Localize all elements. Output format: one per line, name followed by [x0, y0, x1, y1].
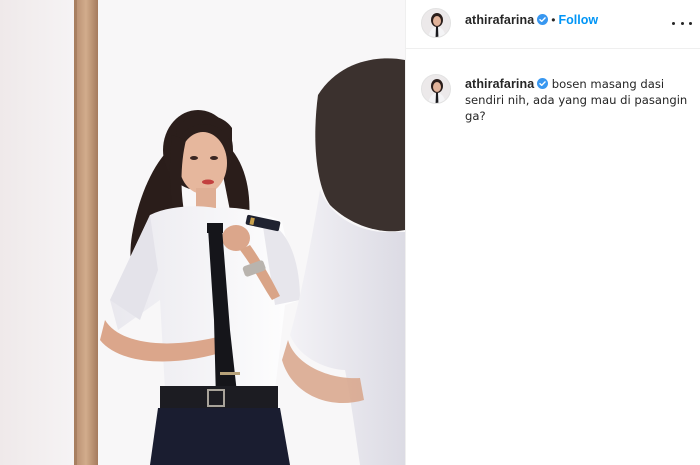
verified-badge-icon [537, 14, 549, 25]
caption: athirafarina bosen masang dasi sendiri n… [465, 76, 693, 124]
caption-avatar[interactable] [421, 74, 451, 104]
header-separator: • [551, 13, 556, 27]
more-options-icon[interactable] [672, 14, 692, 32]
post-header: athirafarina • Follow [406, 0, 700, 49]
header-username[interactable]: athirafarina [465, 13, 534, 27]
post-photo[interactable] [0, 0, 405, 465]
avatar-image [422, 9, 450, 37]
more-dot [672, 21, 675, 25]
avatar[interactable] [421, 8, 451, 38]
follow-button[interactable]: Follow [558, 13, 598, 27]
more-dot [689, 21, 692, 25]
avatar-image [422, 75, 450, 103]
header-user: athirafarina • Follow [465, 13, 598, 27]
post-side-panel: athirafarina • Follow athirafarina bosen m… [405, 0, 700, 465]
verified-badge-icon [537, 78, 549, 89]
caption-username[interactable]: athirafarina [465, 77, 534, 91]
more-dot [680, 21, 684, 25]
photo-illustration [0, 0, 405, 465]
